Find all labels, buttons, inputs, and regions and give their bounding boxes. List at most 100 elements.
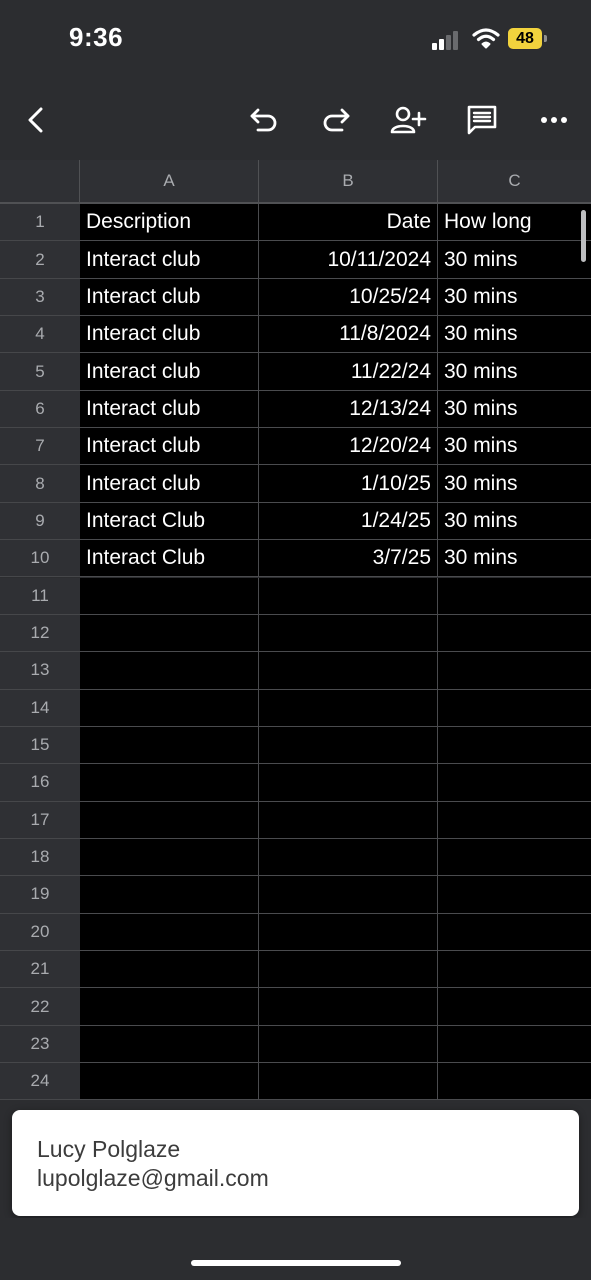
table-cell[interactable]	[80, 652, 259, 690]
row-header[interactable]: 12	[0, 614, 80, 653]
undo-button[interactable]	[242, 98, 286, 142]
row-header[interactable]: 24	[0, 1063, 80, 1101]
table-cell[interactable]: 30 mins	[438, 316, 591, 354]
table-cell[interactable]: 30 mins	[438, 428, 591, 466]
table-cell[interactable]	[259, 726, 438, 765]
table-cell[interactable]	[80, 1063, 259, 1101]
row-header[interactable]: 4	[0, 316, 80, 354]
row-header[interactable]: 20	[0, 913, 80, 951]
table-cell[interactable]: 30 mins	[438, 241, 591, 279]
table-cell[interactable]	[438, 764, 591, 802]
row-header[interactable]: 3	[0, 278, 80, 317]
table-cell[interactable]	[438, 876, 591, 914]
row-header[interactable]: 10	[0, 540, 80, 578]
table-cell[interactable]	[438, 913, 591, 951]
table-cell[interactable]: Interact club	[80, 353, 259, 391]
table-cell[interactable]	[80, 988, 259, 1026]
row-header[interactable]: 7	[0, 428, 80, 466]
select-all-corner[interactable]	[0, 160, 80, 204]
table-cell[interactable]: Interact Club	[80, 540, 259, 578]
row-header[interactable]: 11	[0, 577, 80, 615]
row-header[interactable]: 6	[0, 390, 80, 429]
row-header[interactable]: 9	[0, 502, 80, 541]
back-button[interactable]	[14, 98, 58, 142]
table-cell[interactable]	[259, 801, 438, 839]
table-cell[interactable]: 30 mins	[438, 465, 591, 503]
table-cell[interactable]	[259, 951, 438, 989]
table-cell[interactable]	[438, 988, 591, 1026]
row-header[interactable]: 8	[0, 465, 80, 503]
table-cell[interactable]	[80, 876, 259, 914]
table-cell[interactable]	[259, 988, 438, 1026]
table-cell[interactable]: Interact club	[80, 316, 259, 354]
table-cell[interactable]: 30 mins	[438, 278, 591, 317]
row-header[interactable]: 22	[0, 988, 80, 1026]
table-cell[interactable]: 3/7/25	[259, 540, 438, 578]
table-cell[interactable]: 1/24/25	[259, 502, 438, 541]
table-cell[interactable]: 30 mins	[438, 390, 591, 429]
table-cell[interactable]	[80, 726, 259, 765]
table-cell[interactable]	[259, 913, 438, 951]
share-button[interactable]	[386, 98, 430, 142]
table-cell[interactable]	[259, 577, 438, 615]
table-cell[interactable]	[438, 838, 591, 877]
table-cell[interactable]	[259, 689, 438, 727]
table-cell[interactable]	[259, 876, 438, 914]
redo-button[interactable]	[314, 98, 358, 142]
table-cell[interactable]	[438, 614, 591, 653]
home-indicator[interactable]	[191, 1260, 401, 1266]
table-cell[interactable]	[438, 1025, 591, 1064]
table-cell[interactable]: 11/22/24	[259, 353, 438, 391]
column-header-a[interactable]: A	[80, 160, 259, 204]
table-cell[interactable]	[438, 652, 591, 690]
table-cell[interactable]: Interact Club	[80, 502, 259, 541]
table-cell[interactable]	[259, 1025, 438, 1064]
table-cell[interactable]: 12/13/24	[259, 390, 438, 429]
row-header[interactable]: 14	[0, 689, 80, 727]
table-cell[interactable]	[259, 652, 438, 690]
table-cell[interactable]: 12/20/24	[259, 428, 438, 466]
table-cell[interactable]: 11/8/2024	[259, 316, 438, 354]
table-cell[interactable]: 30 mins	[438, 540, 591, 578]
column-header-b[interactable]: B	[259, 160, 438, 204]
table-cell[interactable]: 10/25/24	[259, 278, 438, 317]
row-header[interactable]: 19	[0, 876, 80, 914]
table-cell[interactable]: Interact club	[80, 428, 259, 466]
row-header[interactable]: 21	[0, 951, 80, 989]
table-cell[interactable]: 30 mins	[438, 353, 591, 391]
row-header[interactable]: 17	[0, 801, 80, 839]
table-cell[interactable]	[259, 1063, 438, 1101]
table-cell[interactable]	[438, 1063, 591, 1101]
table-cell[interactable]	[438, 726, 591, 765]
comments-button[interactable]	[460, 98, 504, 142]
column-header-c[interactable]: C	[438, 160, 591, 204]
table-cell[interactable]	[259, 764, 438, 802]
table-cell[interactable]	[80, 913, 259, 951]
row-header[interactable]: 23	[0, 1025, 80, 1064]
table-cell[interactable]: Interact club	[80, 241, 259, 279]
row-header[interactable]: 5	[0, 353, 80, 391]
table-cell[interactable]	[259, 614, 438, 653]
table-cell[interactable]: How long	[438, 204, 591, 242]
row-header[interactable]: 13	[0, 652, 80, 690]
table-cell[interactable]: Description	[80, 204, 259, 242]
table-cell[interactable]	[80, 801, 259, 839]
table-cell[interactable]: Interact club	[80, 278, 259, 317]
table-cell[interactable]	[80, 764, 259, 802]
table-cell[interactable]	[80, 689, 259, 727]
row-header[interactable]: 18	[0, 838, 80, 877]
table-cell[interactable]	[80, 1025, 259, 1064]
table-cell[interactable]	[438, 689, 591, 727]
row-header[interactable]: 16	[0, 764, 80, 802]
account-card[interactable]: Lucy Polglaze lupolglaze@gmail.com	[12, 1110, 579, 1216]
row-header[interactable]: 15	[0, 726, 80, 765]
table-cell[interactable]: Date	[259, 204, 438, 242]
table-cell[interactable]	[80, 614, 259, 653]
table-cell[interactable]: 30 mins	[438, 502, 591, 541]
table-cell[interactable]: 1/10/25	[259, 465, 438, 503]
table-cell[interactable]	[438, 577, 591, 615]
row-header[interactable]: 2	[0, 241, 80, 279]
table-cell[interactable]: Interact club	[80, 465, 259, 503]
vertical-scrollbar[interactable]	[581, 210, 586, 262]
table-cell[interactable]	[80, 577, 259, 615]
